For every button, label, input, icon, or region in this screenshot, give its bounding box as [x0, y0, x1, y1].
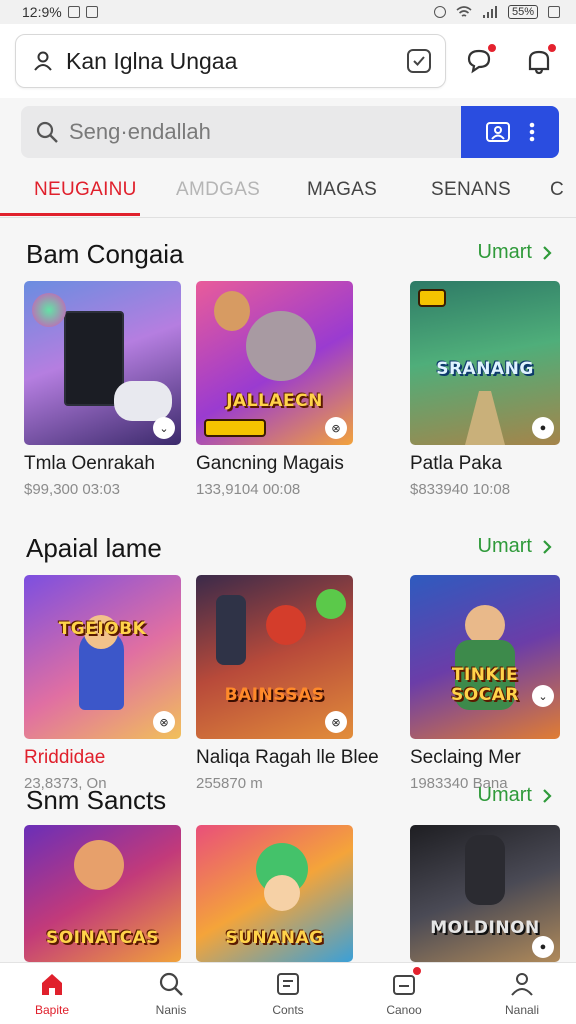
nav-label: Canoo [386, 1003, 422, 1017]
see-all-label: Umart [477, 241, 532, 263]
controller-icon: ⊗ [325, 711, 347, 733]
tab-senans[interactable]: SENANS [431, 179, 511, 201]
game-logo-text: BAINSSAS [224, 685, 325, 705]
game-logo-text: JALLAECN [226, 391, 323, 411]
section-title: Bam Congaia [26, 239, 184, 269]
search-icon [156, 969, 186, 999]
notification-dot [411, 965, 423, 977]
account-switcher[interactable]: Kan Iglna Ungaa [15, 34, 446, 88]
tab-more[interactable]: C [550, 179, 564, 201]
nav-profile[interactable]: Nanali [482, 969, 562, 1017]
home-icon [37, 969, 67, 999]
game-title: Naliqa Ragah lle Blee [196, 747, 379, 768]
notification-dot [486, 42, 498, 54]
game-logo-text: SOINATCAS [45, 928, 160, 948]
section-title: Snm Sancts [26, 785, 167, 815]
game-thumbnail: BAINSSAS ⊗ [196, 575, 353, 739]
tab-amdgas[interactable]: AMDGAS [176, 179, 260, 201]
verified-badge-icon[interactable] [407, 49, 431, 73]
search-input[interactable] [69, 119, 429, 145]
play-icon: ● [532, 417, 554, 439]
search-action-button[interactable] [461, 106, 559, 158]
scan-icon [486, 122, 510, 142]
promo-tag [418, 289, 446, 307]
battery-saver-icon [548, 6, 560, 18]
game-thumbnail: SRANANG ● [410, 281, 560, 445]
game-title: Patla Paka [410, 453, 502, 474]
category-tabs: NEUGAINU AMDGAS MAGAS SENANS C [0, 164, 576, 218]
game-thumbnail: SUNANAG [196, 825, 353, 962]
top-bar: Kan Iglna Ungaa [0, 24, 576, 98]
game-logo-text: MOLDINON [430, 918, 540, 938]
game-logo-text: SRANANG [436, 359, 534, 379]
game-title: Gancning Magais [196, 453, 344, 474]
user-icon [34, 51, 52, 71]
wifi-icon [456, 5, 472, 17]
game-title: Tmla Oenrakah [24, 453, 155, 474]
mail-notification-icon [85, 6, 98, 18]
game-thumbnail: TINKIE SOCAR ⌄ [410, 575, 560, 739]
nav-search[interactable]: Nanis [131, 969, 211, 1017]
status-bar: 12:9% 55% [0, 0, 576, 24]
image-notification-icon [67, 6, 80, 18]
battery-indicator: 55% [507, 5, 538, 19]
chevron-right-icon [543, 539, 552, 554]
bottom-navigation: Bapite Nanis Conts Canoo Nanali [0, 962, 576, 1024]
game-meta: 255870 m [196, 775, 263, 792]
nav-lists[interactable]: Conts [248, 969, 328, 1017]
see-all-label: Umart [477, 535, 532, 557]
controller-icon: ⊗ [325, 417, 347, 439]
signal-icon [482, 5, 497, 18]
game-title: Rriddidae [24, 747, 106, 768]
alarm-icon [433, 6, 446, 18]
chevron-right-icon [543, 245, 552, 260]
nav-home[interactable]: Bapite [12, 969, 92, 1017]
game-thumbnail: SOINATCAS [24, 825, 181, 962]
game-thumbnail: TGEIOBK ⊗ [24, 575, 181, 739]
game-meta: $833940 10:08 [410, 481, 511, 498]
tab-magas[interactable]: MAGAS [307, 179, 377, 201]
game-meta: $99,300 03:03 [24, 481, 120, 498]
game-logo-text: SUNANAG [225, 928, 324, 948]
play-icon: ● [532, 936, 554, 958]
controller-icon: ⊗ [153, 711, 175, 733]
game-thumbnail: MOLDINON ● [410, 825, 560, 962]
nav-label: Nanali [504, 1003, 540, 1017]
status-time: 12:9% [22, 4, 62, 20]
profile-icon [507, 969, 537, 999]
see-all-label: Umart [477, 784, 532, 806]
more-vertical-icon [529, 122, 535, 142]
active-tab-indicator [0, 213, 140, 216]
notification-dot [546, 42, 558, 54]
section-title: Apaial lame [26, 533, 162, 563]
see-all-link[interactable]: Umart [478, 241, 552, 264]
game-title: Seclaing Mer [410, 747, 521, 768]
promo-tag [204, 419, 266, 437]
chevron-right-icon [543, 788, 552, 803]
nav-inbox[interactable]: Canoo [364, 965, 444, 1017]
list-icon [273, 969, 303, 999]
game-meta: 133,9104 00:08 [196, 481, 301, 498]
search-icon [36, 121, 58, 143]
inbox-icon [389, 965, 423, 999]
game-thumbnail: ⌄ [24, 281, 181, 445]
tab-neugainu[interactable]: NEUGAINU [34, 179, 137, 201]
chevron-down-icon: ⌄ [532, 685, 554, 707]
notifications-button[interactable] [522, 42, 558, 78]
nav-label: Nanis [155, 1003, 187, 1017]
nav-label: Conts [272, 1003, 304, 1017]
game-logo-text: TGEIOBK [58, 619, 147, 639]
account-name: Kan Iglna Ungaa [66, 47, 238, 74]
game-thumbnail: JALLAECN ⊗ [196, 281, 353, 445]
search-bar [21, 106, 559, 158]
search-field[interactable] [21, 106, 461, 158]
chevron-down-icon: ⌄ [153, 417, 175, 439]
see-all-link[interactable]: Umart [478, 535, 552, 558]
see-all-link[interactable]: Umart [478, 784, 552, 807]
nav-label: Bapite [34, 1003, 70, 1017]
messages-button[interactable] [462, 42, 498, 78]
